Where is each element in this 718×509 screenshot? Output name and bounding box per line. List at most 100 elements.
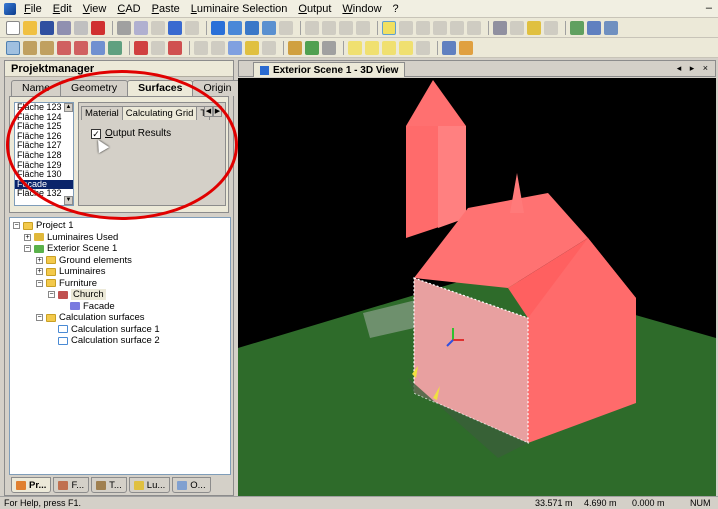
snap-icon[interactable] bbox=[108, 40, 122, 55]
tool-icon[interactable] bbox=[322, 40, 336, 55]
shape-icon[interactable] bbox=[365, 40, 379, 55]
paste-icon[interactable] bbox=[151, 20, 165, 35]
tab-project[interactable]: Pr... bbox=[11, 477, 52, 493]
tab-material[interactable]: Material bbox=[81, 106, 123, 120]
tab-output[interactable]: O... bbox=[172, 477, 211, 493]
tab-textures[interactable]: T... bbox=[91, 477, 127, 493]
table-icon[interactable] bbox=[587, 20, 601, 35]
magnifier-icon[interactable] bbox=[211, 40, 225, 55]
rotate-icon[interactable] bbox=[228, 40, 242, 55]
tool-icon[interactable] bbox=[416, 20, 430, 35]
tool-icon[interactable] bbox=[433, 20, 447, 35]
menu-view[interactable]: View bbox=[83, 3, 107, 15]
collapse-icon[interactable]: − bbox=[36, 279, 43, 287]
tool-icon[interactable] bbox=[544, 20, 558, 35]
surface-list[interactable]: Fläche 123 Fläche 124 Fläche 125 Fläche … bbox=[14, 102, 74, 206]
grid-icon[interactable] bbox=[570, 20, 584, 35]
tree-node-calc-surface-2[interactable]: Calculation surface 2 bbox=[10, 335, 230, 347]
box-icon[interactable] bbox=[228, 20, 242, 35]
zoom-icon[interactable] bbox=[279, 20, 293, 35]
pointer-icon[interactable] bbox=[40, 40, 54, 55]
tool-icon[interactable] bbox=[467, 20, 481, 35]
tool-icon[interactable] bbox=[305, 20, 319, 35]
report-icon[interactable] bbox=[527, 20, 541, 35]
scroll-down-icon[interactable]: ▼ bbox=[64, 196, 73, 205]
window-icon[interactable] bbox=[604, 20, 618, 35]
tab-calculating-grid[interactable]: Calculating Grid bbox=[121, 106, 198, 120]
magnet-icon[interactable] bbox=[134, 40, 148, 55]
light-icon[interactable] bbox=[245, 40, 259, 55]
select-icon[interactable] bbox=[6, 40, 20, 55]
chevron-right-icon[interactable]: ▶ bbox=[213, 106, 222, 117]
tool-icon[interactable] bbox=[399, 20, 413, 35]
menu-paste[interactable]: Paste bbox=[152, 3, 180, 15]
copy-icon[interactable] bbox=[134, 20, 148, 35]
menu-window[interactable]: Window bbox=[342, 3, 381, 15]
output-results-checkbox[interactable]: ✓ bbox=[91, 128, 101, 139]
view-3d-icon[interactable] bbox=[245, 20, 259, 35]
expand-icon[interactable]: + bbox=[24, 233, 31, 241]
tool-icon[interactable] bbox=[510, 20, 524, 35]
tree-node-church[interactable]: − Church bbox=[10, 289, 230, 301]
undo-icon[interactable] bbox=[168, 20, 182, 35]
tool-icon[interactable] bbox=[339, 20, 353, 35]
new-icon[interactable] bbox=[6, 20, 20, 35]
tool-icon[interactable] bbox=[151, 40, 165, 55]
frame-icon[interactable] bbox=[74, 40, 88, 55]
minimize-icon[interactable]: – bbox=[706, 2, 712, 14]
frame-icon[interactable] bbox=[57, 40, 71, 55]
tree-node-calculation-surfaces[interactable]: − Calculation surfaces bbox=[10, 312, 230, 324]
collapse-icon[interactable]: − bbox=[24, 245, 31, 253]
menu-help[interactable]: ? bbox=[393, 3, 399, 15]
collapse-icon[interactable]: − bbox=[36, 314, 43, 322]
tool-icon[interactable] bbox=[262, 40, 276, 55]
pdf-icon[interactable] bbox=[91, 20, 105, 35]
tree-node-facade[interactable]: Facade bbox=[10, 301, 230, 313]
paint-icon[interactable] bbox=[288, 40, 302, 55]
tree-icon[interactable] bbox=[305, 40, 319, 55]
preview-icon[interactable] bbox=[74, 20, 88, 35]
collapse-icon[interactable]: − bbox=[48, 291, 55, 299]
tab-3d-view[interactable]: Exterior Scene 1 - 3D View bbox=[253, 62, 406, 77]
tab-origin[interactable]: Origin bbox=[192, 80, 243, 96]
tab-geometry[interactable]: Geometry bbox=[60, 80, 129, 96]
tree-node-ground-elements[interactable]: + Ground elements bbox=[10, 255, 230, 267]
hierarchy-icon[interactable] bbox=[442, 40, 456, 55]
luminaire-icon[interactable] bbox=[382, 20, 396, 35]
redo-icon[interactable] bbox=[185, 20, 199, 35]
tree-node-furniture[interactable]: − Furniture bbox=[10, 278, 230, 290]
open-icon[interactable] bbox=[23, 20, 37, 35]
view-icon[interactable] bbox=[262, 20, 276, 35]
copy-obj-icon[interactable] bbox=[168, 40, 182, 55]
menu-output[interactable]: Output bbox=[298, 3, 331, 15]
expand-icon[interactable]: + bbox=[36, 256, 43, 264]
object-icon[interactable] bbox=[459, 40, 473, 55]
chevron-left-icon[interactable]: ◀ bbox=[204, 106, 213, 117]
tool-icon[interactable] bbox=[356, 20, 370, 35]
print-icon[interactable] bbox=[57, 20, 71, 35]
scroll-up-icon[interactable]: ▲ bbox=[64, 103, 73, 112]
tree-node-luminaires-used[interactable]: + Luminaires Used bbox=[10, 232, 230, 244]
tool-icon[interactable] bbox=[322, 20, 336, 35]
tool-icon[interactable] bbox=[450, 20, 464, 35]
tab-luminaires[interactable]: Lu... bbox=[128, 477, 171, 493]
pointer-icon[interactable] bbox=[23, 40, 37, 55]
shape-icon[interactable] bbox=[348, 40, 362, 55]
list-icon[interactable] bbox=[493, 20, 507, 35]
menu-luminaire-selection[interactable]: Luminaire Selection bbox=[191, 3, 288, 15]
tab-surfaces[interactable]: Surfaces bbox=[127, 80, 194, 96]
menu-edit[interactable]: Edit bbox=[53, 3, 72, 15]
menu-cad[interactable]: CAD bbox=[117, 3, 140, 15]
save-icon[interactable] bbox=[40, 20, 54, 35]
collapse-icon[interactable]: − bbox=[13, 222, 20, 230]
tree-node-luminaires[interactable]: + Luminaires bbox=[10, 266, 230, 278]
shape-icon[interactable] bbox=[382, 40, 396, 55]
expand-icon[interactable]: + bbox=[36, 268, 43, 276]
3d-viewport[interactable] bbox=[238, 78, 716, 496]
frame-icon[interactable] bbox=[91, 40, 105, 55]
cut-icon[interactable] bbox=[117, 20, 131, 35]
tab-name[interactable]: Name bbox=[11, 80, 62, 96]
tool-icon[interactable] bbox=[416, 40, 430, 55]
tree-node-calc-surface-1[interactable]: Calculation surface 1 bbox=[10, 324, 230, 336]
tree-node-exterior-scene[interactable]: − Exterior Scene 1 bbox=[10, 243, 230, 255]
